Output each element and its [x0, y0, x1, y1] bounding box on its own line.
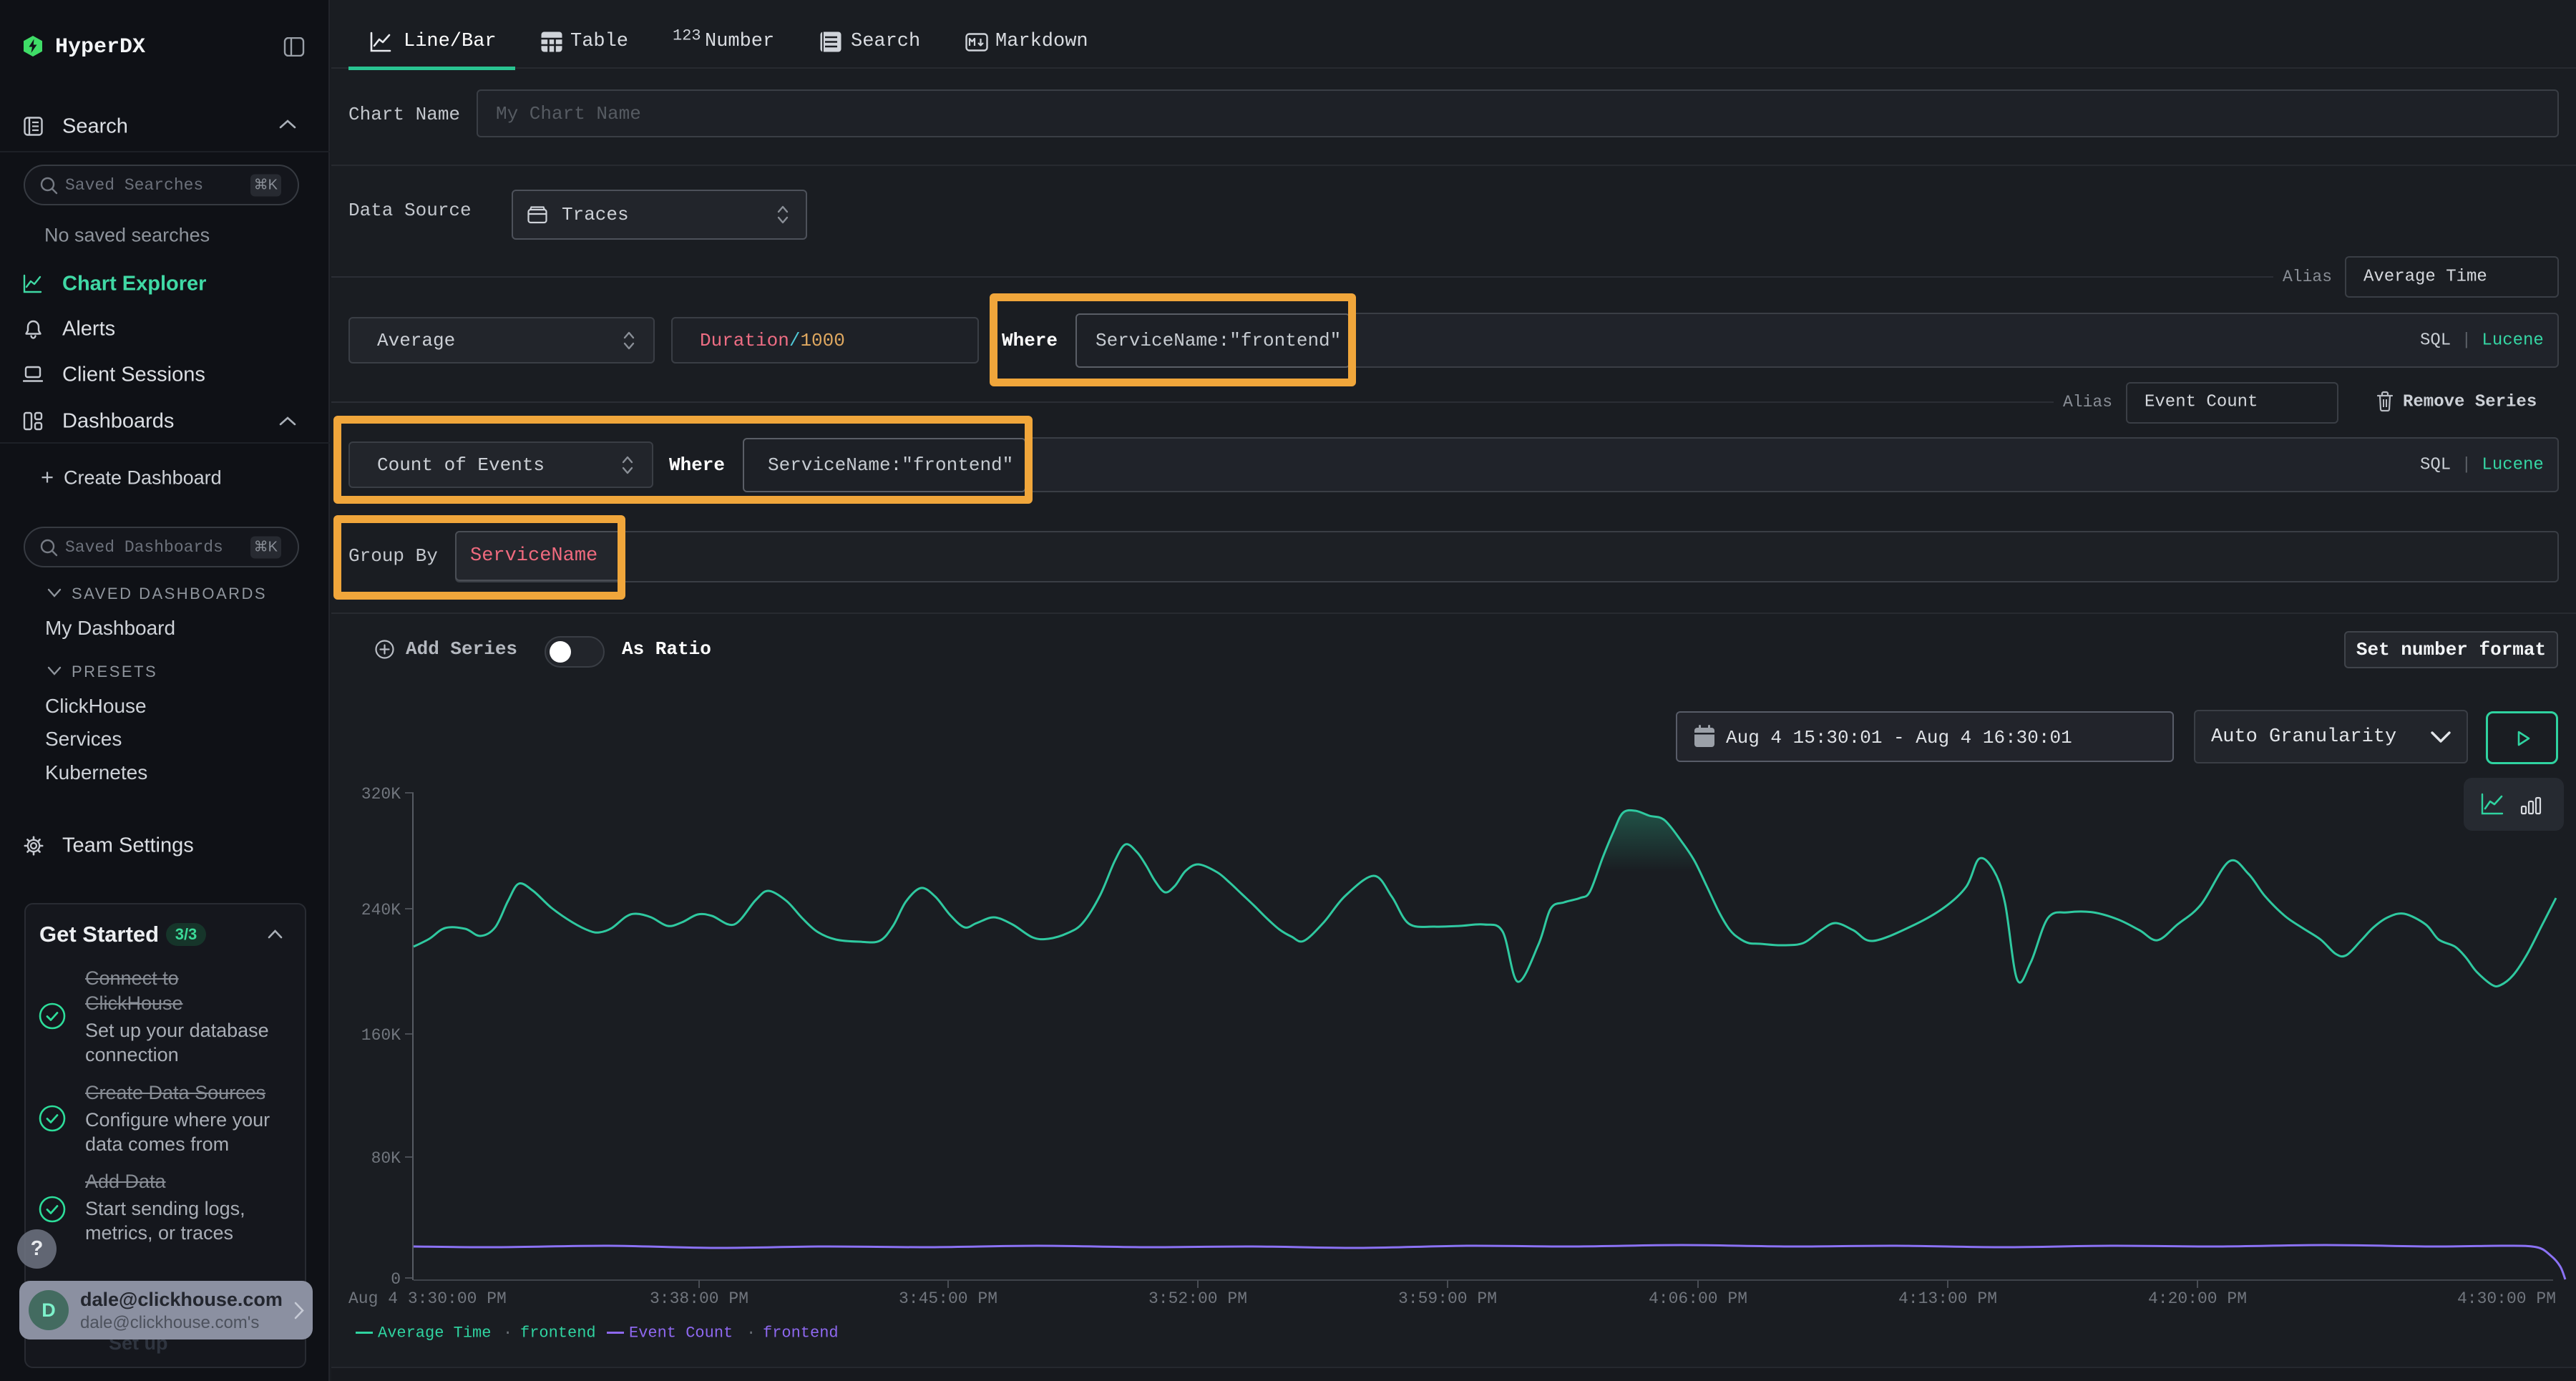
svg-text:3:38:00 PM: 3:38:00 PM — [650, 1289, 748, 1308]
svg-text:3:52:00 PM: 3:52:00 PM — [1148, 1289, 1247, 1308]
svg-text:4:13:00 PM: 4:13:00 PM — [1898, 1289, 1997, 1308]
svg-text:320K: 320K — [361, 785, 401, 804]
svg-text:240K: 240K — [361, 901, 401, 919]
svg-text:160K: 160K — [361, 1026, 401, 1045]
svg-text:3:59:00 PM: 3:59:00 PM — [1398, 1289, 1497, 1308]
svg-text:0: 0 — [391, 1270, 401, 1289]
svg-text:4:20:00 PM: 4:20:00 PM — [2148, 1289, 2247, 1308]
svg-text:4:30:00 PM: 4:30:00 PM — [2457, 1289, 2556, 1308]
svg-text:Aug 4 3:30:00 PM: Aug 4 3:30:00 PM — [348, 1289, 507, 1308]
svg-text:3:45:00 PM: 3:45:00 PM — [899, 1289, 997, 1308]
svg-text:4:06:00 PM: 4:06:00 PM — [1649, 1289, 1747, 1308]
svg-text:80K: 80K — [371, 1149, 401, 1168]
